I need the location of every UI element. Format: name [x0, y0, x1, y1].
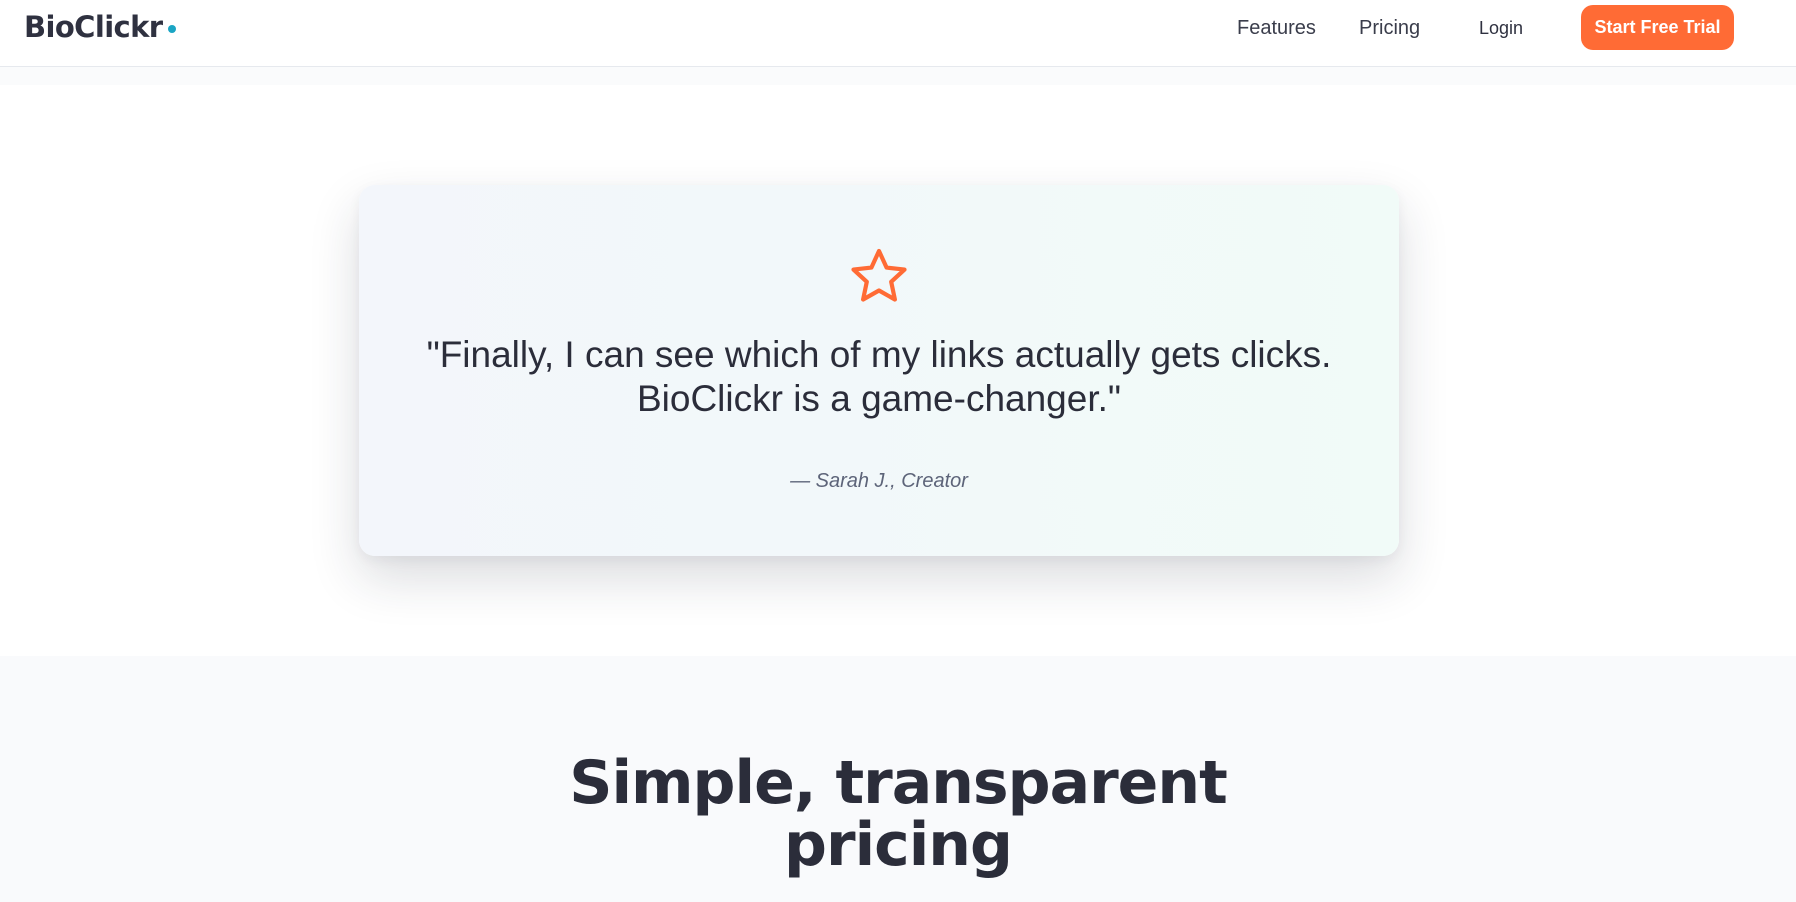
testimonial-attribution: — Sarah J., Creator [790, 470, 968, 492]
nav-link-pricing[interactable]: Pricing [1359, 14, 1420, 42]
logo-dot [167, 25, 176, 33]
site-header: BioClickr Features Pricing Login Start F… [0, 0, 1796, 67]
testimonial-card: "Finally, I can see which of my links ac… [359, 185, 1399, 556]
section-divider-strip [0, 67, 1796, 85]
logo-text: BioClickr [24, 10, 163, 44]
testimonial-quote: "Finally, I can see which of my links ac… [426, 334, 1332, 419]
pricing-heading: Simple, transparent pricing [569, 748, 1228, 880]
start-free-trial-button[interactable]: Start Free Trial [1581, 5, 1734, 50]
testimonial-section: "Finally, I can see which of my links ac… [0, 85, 1796, 656]
nav-link-features[interactable]: Features [1237, 14, 1316, 42]
star-icon [851, 248, 907, 302]
logo[interactable]: BioClickr [24, 8, 176, 46]
login-link[interactable]: Login [1479, 15, 1523, 41]
pricing-section: Simple, transparent pricing [0, 656, 1796, 902]
